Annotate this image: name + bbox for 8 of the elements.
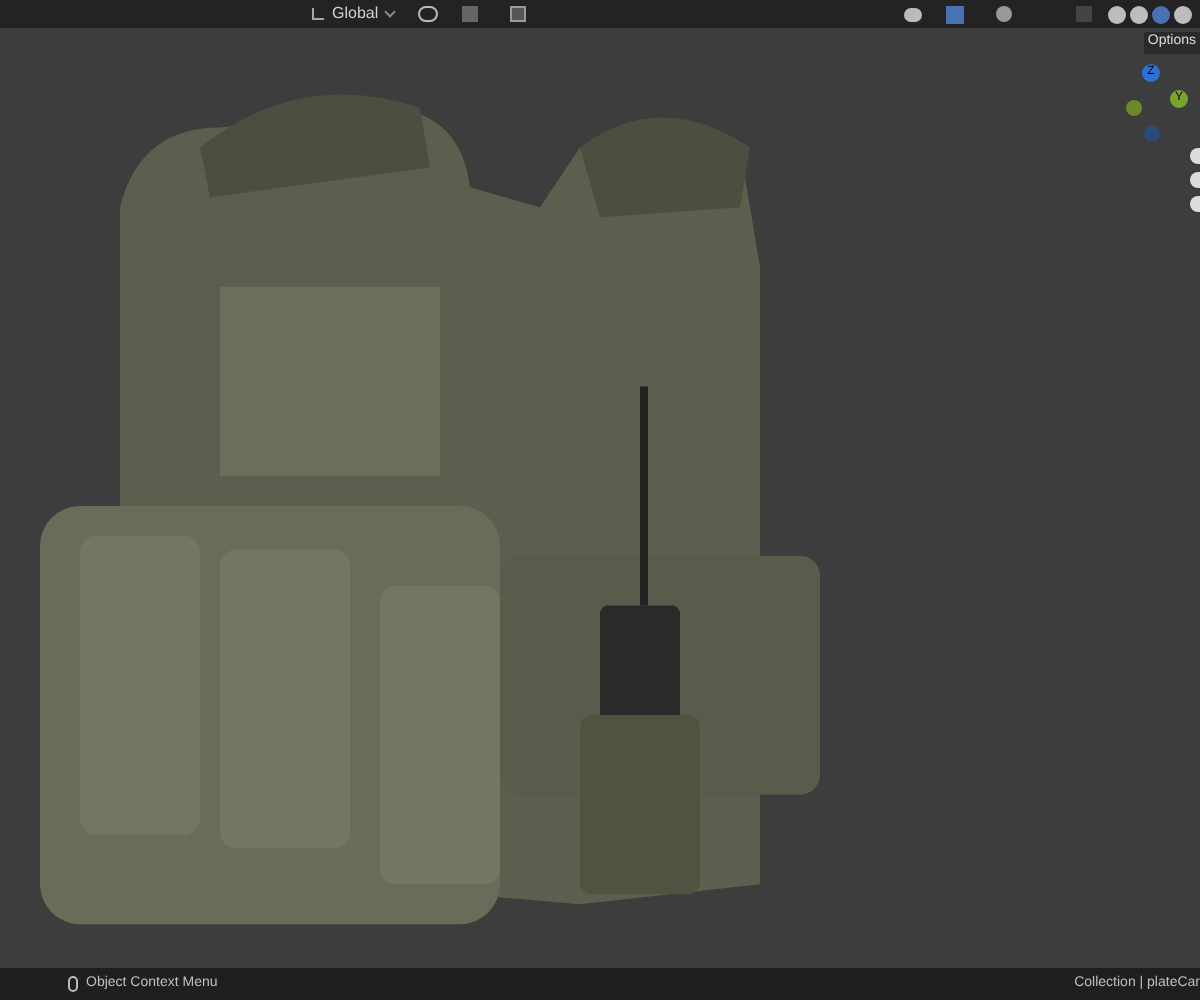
shading-mode-button[interactable] bbox=[1174, 5, 1192, 23]
mouse-icon bbox=[68, 976, 78, 992]
orientation-dropdown[interactable]: Global bbox=[304, 3, 403, 25]
axes-icon bbox=[312, 8, 324, 20]
shading-mode-button[interactable] bbox=[1130, 5, 1148, 23]
caret-icon bbox=[384, 6, 396, 18]
shading-mode-button[interactable] bbox=[1108, 5, 1126, 23]
gizmo-toggle-icon[interactable] bbox=[946, 5, 964, 23]
